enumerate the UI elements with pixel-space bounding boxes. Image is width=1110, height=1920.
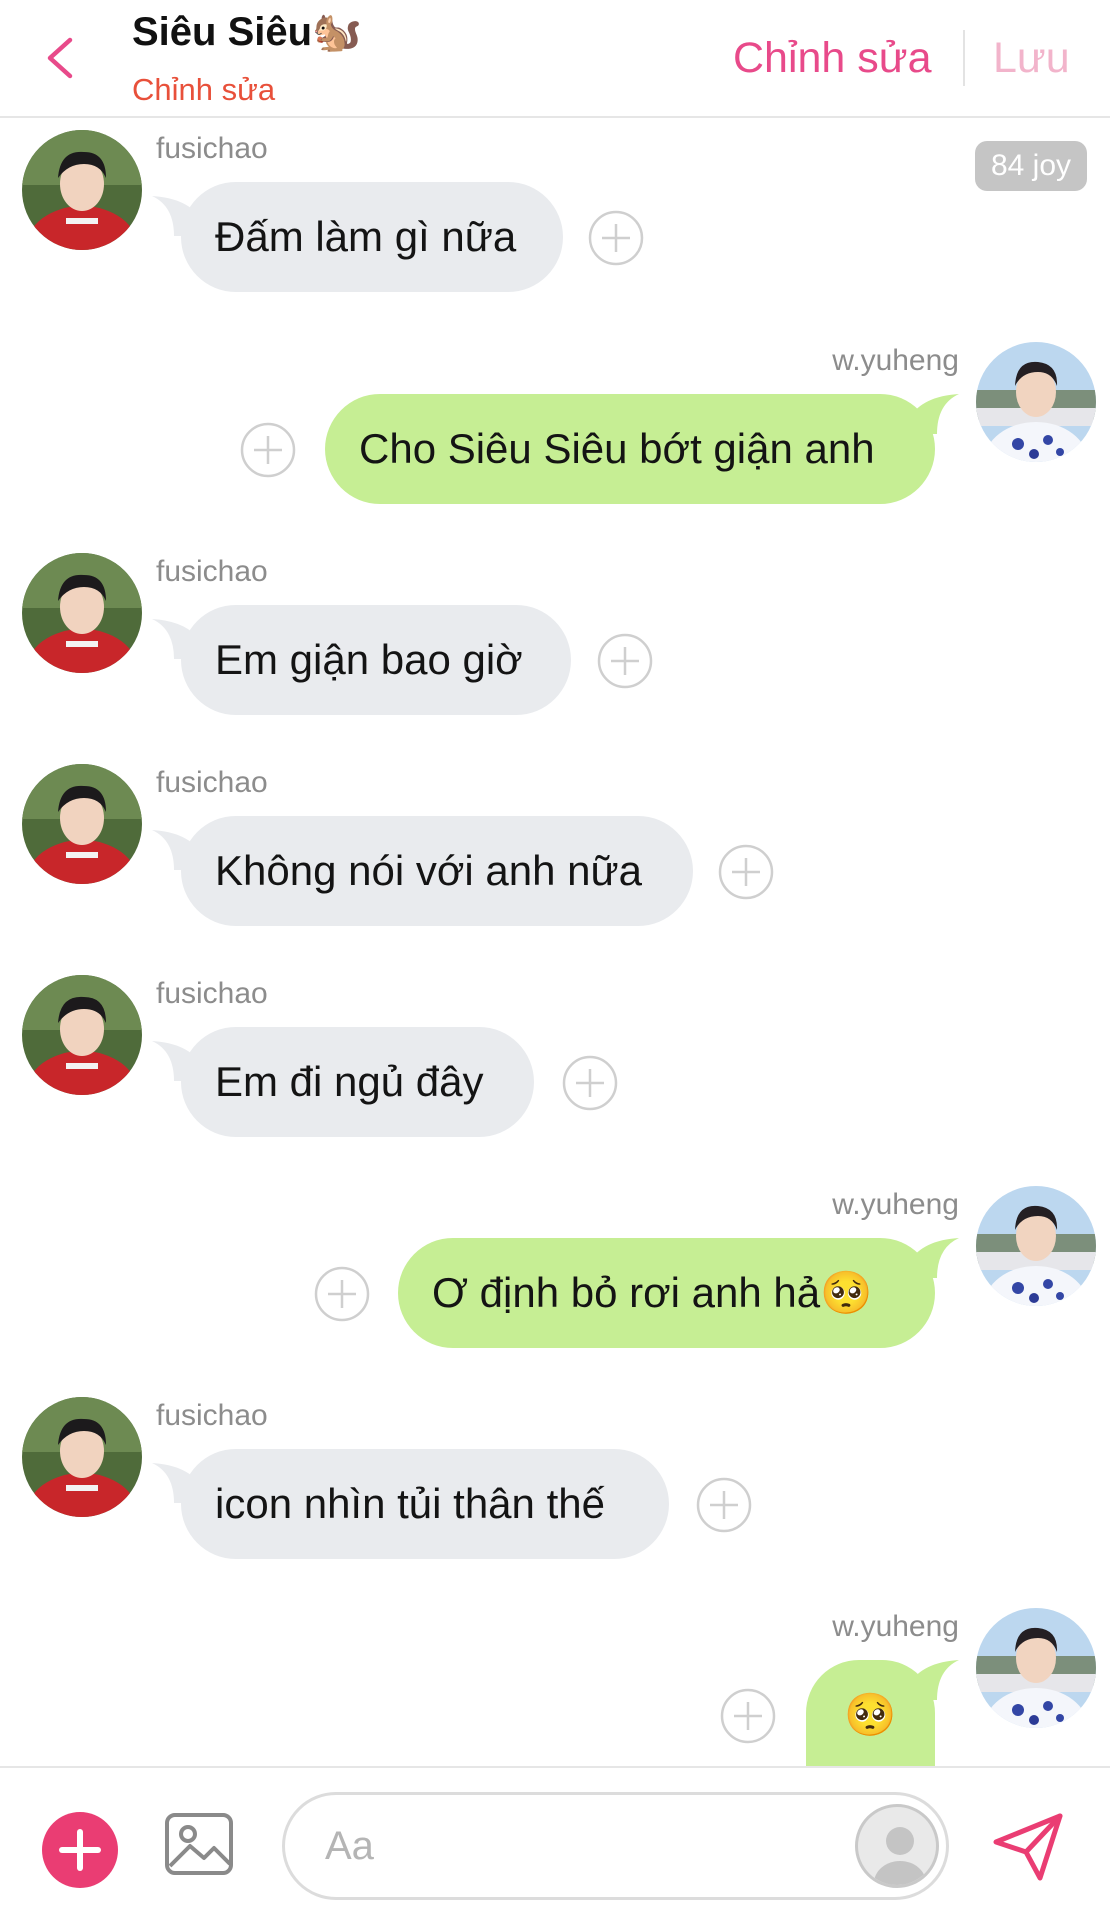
sender-name: fusichao bbox=[156, 555, 268, 588]
composer-bar bbox=[0, 1766, 1110, 1920]
avatar[interactable] bbox=[976, 342, 1096, 462]
avatar[interactable] bbox=[22, 764, 142, 884]
header-divider bbox=[963, 30, 965, 86]
message-input[interactable] bbox=[282, 1792, 949, 1900]
sender-name: fusichao bbox=[156, 132, 268, 165]
plus-circle-icon[interactable] bbox=[240, 422, 296, 478]
message-bubble[interactable]: icon nhìn tủi thân thế bbox=[181, 1449, 669, 1559]
avatar[interactable] bbox=[976, 1186, 1096, 1306]
avatar[interactable] bbox=[22, 130, 142, 250]
message-bubble[interactable]: Không nói với anh nữa bbox=[181, 816, 693, 926]
message-bubble[interactable]: Em giận bao giờ bbox=[181, 605, 571, 715]
sender-name: fusichao bbox=[156, 1399, 268, 1432]
send-icon[interactable] bbox=[990, 1808, 1066, 1884]
message-bubble[interactable]: Đấm làm gì nữa bbox=[181, 182, 563, 292]
edit-button[interactable]: Chỉnh sửa bbox=[733, 34, 932, 83]
plus-circle-icon[interactable] bbox=[588, 210, 644, 266]
message-bubble[interactable]: Cho Siêu Siêu bớt giận anh bbox=[325, 394, 935, 504]
sender-name: w.yuheng bbox=[832, 344, 959, 377]
plus-circle-icon[interactable] bbox=[562, 1055, 618, 1111]
message-bubble[interactable]: 🥺 bbox=[806, 1660, 935, 1766]
sender-name: fusichao bbox=[156, 977, 268, 1010]
sender-name: w.yuheng bbox=[832, 1188, 959, 1221]
chat-header: Siêu Siêu🐿️ Chỉnh sửa Chỉnh sửa Lưu bbox=[0, 0, 1110, 118]
image-icon[interactable] bbox=[164, 1812, 234, 1876]
plus-circle-icon[interactable] bbox=[597, 633, 653, 689]
avatar[interactable] bbox=[22, 1397, 142, 1517]
chat-subtitle[interactable]: Chỉnh sửa bbox=[132, 72, 275, 108]
joy-count-badge: 84 joy bbox=[975, 141, 1087, 191]
add-icon bbox=[59, 1829, 101, 1871]
chat-title: Siêu Siêu🐿️ bbox=[132, 10, 362, 54]
avatar[interactable] bbox=[22, 975, 142, 1095]
message-bubble[interactable]: Ơ định bỏ rơi anh hả🥺 bbox=[398, 1238, 935, 1348]
avatar[interactable] bbox=[976, 1608, 1096, 1728]
save-button[interactable]: Lưu bbox=[993, 34, 1070, 83]
plus-circle-icon[interactable] bbox=[720, 1688, 776, 1744]
avatar[interactable] bbox=[22, 553, 142, 673]
message-bubble[interactable]: Em đi ngủ đây bbox=[181, 1027, 534, 1137]
plus-circle-icon[interactable] bbox=[314, 1266, 370, 1322]
add-button[interactable] bbox=[42, 1812, 118, 1888]
sender-name: w.yuheng bbox=[832, 1610, 959, 1643]
sender-name: fusichao bbox=[156, 766, 268, 799]
plus-circle-icon[interactable] bbox=[718, 844, 774, 900]
plus-circle-icon[interactable] bbox=[696, 1477, 752, 1533]
back-icon[interactable] bbox=[40, 36, 80, 80]
